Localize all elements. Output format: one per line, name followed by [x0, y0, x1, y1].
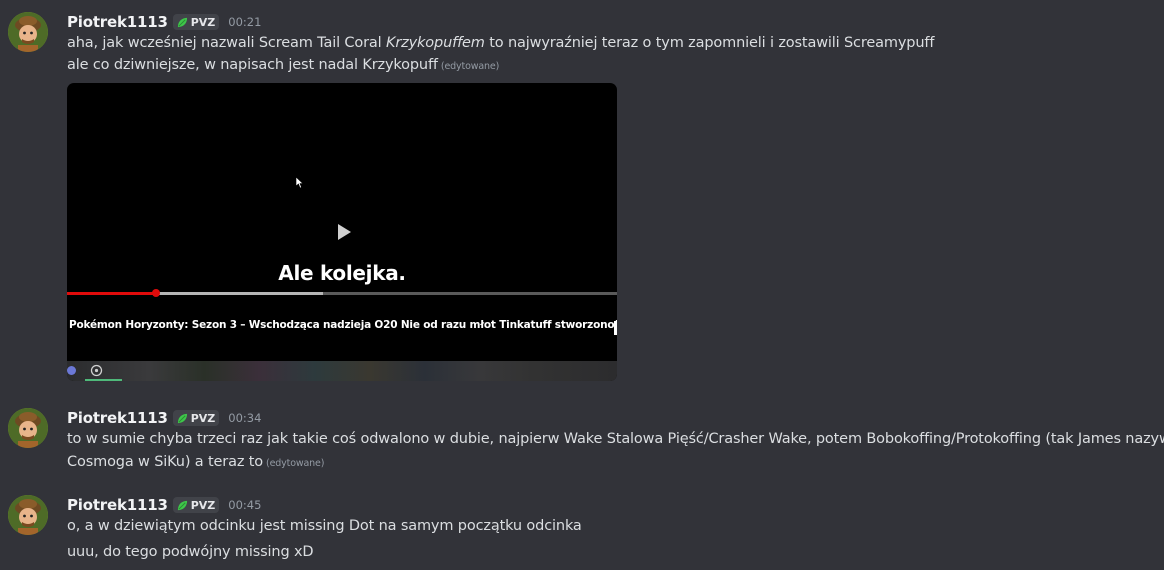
leaf-icon	[177, 17, 188, 28]
message-header: Piotrek1113 PVZ 00:45	[67, 495, 261, 515]
avatar[interactable]	[8, 495, 48, 535]
message-header: Piotrek1113 PVZ 00:21	[67, 12, 261, 32]
guild-tag[interactable]: PVZ	[172, 14, 220, 30]
guild-tag[interactable]: PVZ	[172, 497, 220, 513]
message-text: o, a w dziewiątym odcinku jest missing D…	[67, 518, 582, 534]
message-text-italic: Krzykopuffem	[386, 35, 485, 51]
message-text: to najwyraźniej teraz o tym zapomnieli i…	[484, 35, 935, 51]
cursor-icon	[296, 177, 304, 189]
edited-marker: (edytowane)	[266, 458, 325, 469]
message-text: aha, jak wcześniej nazwali Scream Tail C…	[67, 35, 386, 51]
message-text: to w sumie chyba trzeci raz jak takie co…	[67, 431, 1164, 447]
guild-tag[interactable]: PVZ	[172, 410, 220, 426]
message-line: aha, jak wcześniej nazwali Scream Tail C…	[67, 33, 934, 53]
message-line: to w sumie chyba trzeci raz jak takie co…	[67, 429, 1164, 449]
app-icon[interactable]	[67, 366, 76, 375]
edited-marker: (edytowane)	[440, 61, 500, 72]
video-progress-handle[interactable]	[152, 289, 161, 297]
message-text: ale co dziwniejsze, w napisach jest nada…	[67, 57, 438, 73]
video-progress-bar[interactable]	[67, 289, 617, 297]
leaf-icon	[177, 500, 188, 511]
message-line: o, a w dziewiątym odcinku jest missing D…	[67, 516, 582, 536]
message-text: uuu, do tego podwójny missing xD	[67, 544, 314, 560]
play-icon[interactable]	[336, 223, 352, 241]
message-line: ale co dziwniejsze, w napisach jest nada…	[67, 55, 499, 77]
guild-tag-label: PVZ	[190, 498, 216, 512]
leaf-icon	[177, 413, 188, 424]
settings-icon[interactable]	[90, 364, 103, 377]
timestamp[interactable]: 00:21	[228, 15, 261, 29]
active-indicator	[85, 379, 122, 381]
message-line: uuu, do tego podwójny missing xD	[67, 542, 314, 562]
message-header: Piotrek1113 PVZ 00:34	[67, 408, 261, 428]
message-text: Cosmoga w SiKu) a teraz to	[67, 454, 264, 470]
avatar-image	[8, 12, 48, 52]
timestamp[interactable]: 00:34	[228, 411, 261, 425]
video-progress-played	[67, 292, 157, 295]
avatar[interactable]	[8, 408, 48, 448]
username[interactable]: Piotrek1113	[67, 496, 168, 514]
avatar-image	[8, 408, 48, 448]
avatar[interactable]	[8, 12, 48, 52]
message-line: Cosmoga w SiKu) a teraz to (edytowane)	[67, 452, 324, 474]
video-title: Pokémon Horyzonty: Sezon 3 – Wschodząca …	[69, 319, 617, 331]
timestamp[interactable]: 00:45	[228, 498, 261, 512]
guild-tag-label: PVZ	[190, 15, 216, 29]
avatar-image	[8, 495, 48, 535]
video-subtitle: Ale kolejka.	[278, 261, 406, 285]
video-scroll-marker	[614, 321, 617, 335]
guild-tag-label: PVZ	[190, 411, 216, 425]
video-player[interactable]: Ale kolejka. Pokémon Horyzonty: Sezon 3 …	[67, 83, 617, 381]
video-thumbnail-strip	[67, 361, 617, 381]
username[interactable]: Piotrek1113	[67, 409, 168, 427]
username[interactable]: Piotrek1113	[67, 13, 168, 31]
